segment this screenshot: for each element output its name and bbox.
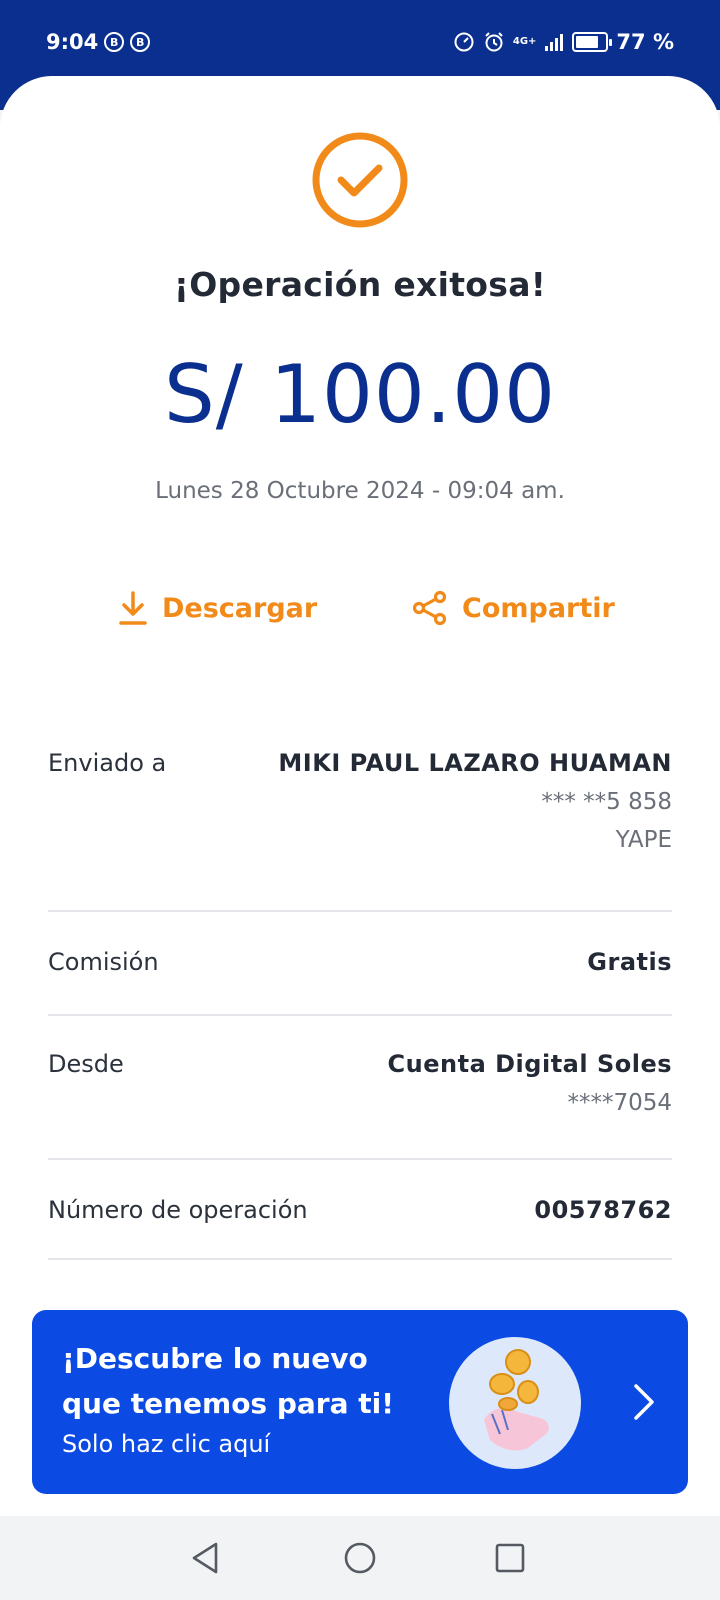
banner-subtitle: Solo haz clic aquí [62, 1430, 271, 1458]
b-badge-icon: B [104, 32, 125, 52]
chevron-right-icon [634, 1384, 654, 1420]
status-indicators: 4G+ 77 % [453, 30, 674, 54]
download-icon [119, 591, 147, 625]
share-icon [412, 590, 447, 626]
sent-to-values: MIKI PAUL LAZARO HUAMAN *** **5 858 YAPE [278, 749, 672, 853]
battery-percent: 77 % [616, 30, 674, 54]
commission-value: Gratis [587, 948, 672, 976]
from-account: Cuenta Digital Soles [387, 1050, 672, 1078]
operation-number: 00578762 [534, 1196, 672, 1224]
operation-number-wrap: 00578762 [534, 1196, 672, 1224]
promo-banner[interactable]: ¡Descubre lo nuevo que tenemos para ti! … [32, 1310, 688, 1494]
from-account-number: ****7054 [567, 1090, 672, 1116]
hand-coins-icon [449, 1337, 581, 1469]
detail-row-commission: Comisión Gratis [48, 912, 672, 1016]
detail-row-sent-to: Enviado a MIKI PAUL LAZARO HUAMAN *** **… [48, 745, 672, 912]
amount: S/ 100.00 [163, 348, 557, 441]
sent-to-label: Enviado a [48, 749, 167, 777]
battery-fill [576, 36, 598, 48]
status-time-group: 9:04 B B [46, 30, 151, 54]
system-nav-bar [0, 1520, 720, 1600]
detail-row-from: Desde Cuenta Digital Soles ****7054 [48, 1016, 672, 1160]
b-badge-icon: B [130, 32, 151, 52]
operation-datetime: Lunes 28 Octubre 2024 - 09:04 am. [155, 478, 565, 504]
signal-icon [545, 34, 564, 51]
success-title: ¡Operación exitosa! [173, 265, 547, 304]
home-icon[interactable] [338, 1536, 382, 1580]
network-type: 4G+ [512, 36, 537, 47]
banner-title: ¡Descubre lo nuevo que tenemos para ti! [62, 1342, 394, 1420]
download-button[interactable]: Descargar [118, 590, 317, 626]
operation-number-label: Número de operación [48, 1196, 308, 1224]
commission-label: Comisión [48, 948, 159, 976]
alarm-icon [485, 32, 503, 52]
share-button[interactable]: Compartir [412, 590, 615, 626]
recipient-name: MIKI PAUL LAZARO HUAMAN [278, 749, 672, 777]
from-values: Cuenta Digital Soles ****7054 [388, 1050, 672, 1116]
recipient-channel: YAPE [615, 827, 672, 853]
share-label: Compartir [462, 592, 615, 624]
speed-icon [454, 32, 474, 52]
back-icon[interactable] [184, 1536, 228, 1580]
detail-row-operation-number: Número de operación 00578762 [48, 1160, 672, 1260]
battery-icon [572, 32, 613, 52]
recipient-phone: *** **5 858 [541, 789, 672, 815]
from-label: Desde [48, 1050, 124, 1078]
status-time: 9:04 [46, 30, 99, 54]
recents-icon[interactable] [488, 1536, 532, 1580]
download-label: Descargar [162, 592, 318, 624]
check-circle-icon [312, 132, 408, 228]
commission-value-wrap: Gratis [587, 948, 672, 976]
